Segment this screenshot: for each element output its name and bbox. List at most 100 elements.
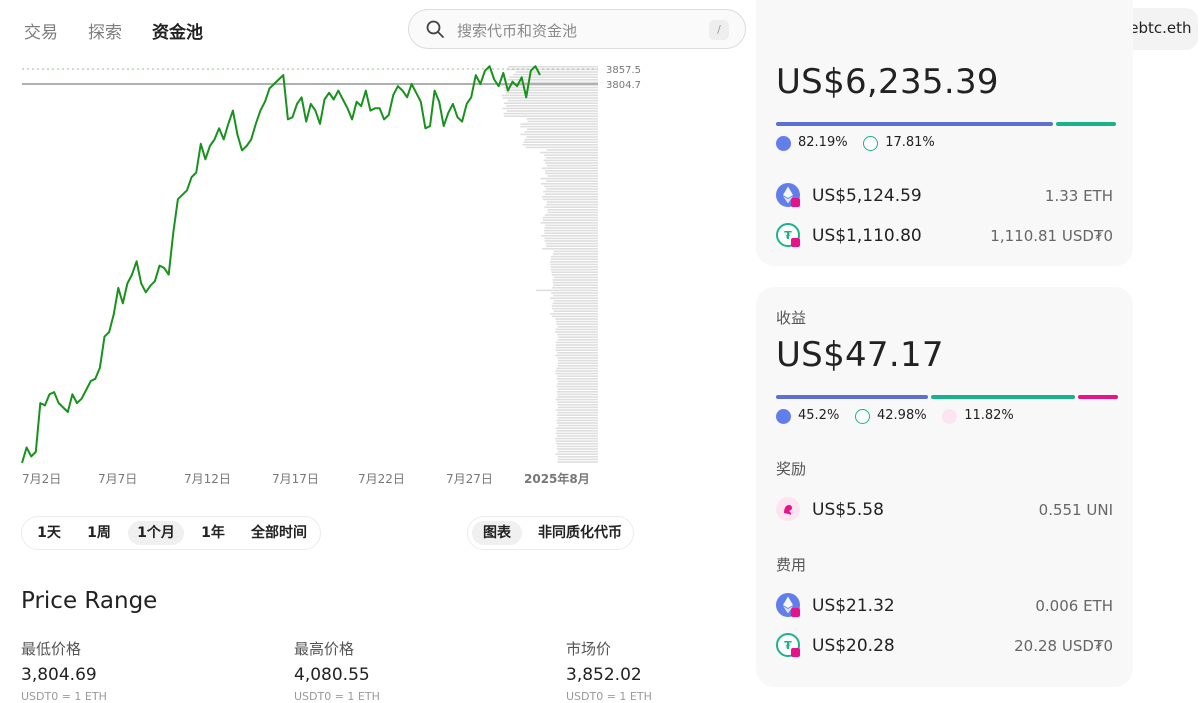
liquidity-depth-bar (520, 133, 598, 136)
share-bar-segment (776, 122, 1053, 126)
range-1y-button[interactable]: 1年 (192, 521, 234, 545)
liquidity-depth-bar (504, 115, 598, 117)
x-tick-label: 7月27日 (446, 472, 493, 486)
liquidity-depth-bar (555, 370, 598, 372)
liquidity-depth-bar (555, 427, 598, 429)
liquidity-depth-bar (556, 419, 598, 422)
liquidity-depth-bar (557, 450, 598, 453)
liquidity-depth-bar (542, 216, 598, 219)
token-usd-value: US$1,110.80 (812, 226, 922, 246)
liquidity-depth-bar (524, 138, 598, 141)
search-shortcut-key: / (709, 20, 729, 40)
liquidity-depth-bar (542, 219, 598, 221)
liquidity-depth-bar (544, 214, 598, 216)
liquidity-depth-bar (540, 183, 598, 185)
liquidity-depth-bar (543, 159, 598, 162)
liquidity-depth-bar (557, 357, 598, 359)
liquidity-depth-bar (551, 292, 598, 294)
liquidity-depth-bar (556, 391, 598, 393)
search-bar[interactable]: 搜索代币和资金池 / (408, 9, 746, 49)
liquidity-depth-bar (543, 190, 598, 193)
range-all-button[interactable]: 全部时间 (242, 521, 316, 545)
liquidity-depth-bar (557, 393, 598, 396)
view-selector: 图表 非同质化代币 (467, 516, 634, 550)
liquidity-depth-bar (504, 102, 598, 104)
liquidity-depth-bar (551, 271, 598, 273)
liquidity-depth-bar (555, 344, 598, 346)
liquidity-depth-bar (546, 245, 598, 247)
liquidity-depth-bar (525, 146, 598, 149)
liquidity-depth-bar (546, 188, 598, 190)
time-range-selector: 1天 1周 1个月 1年 全部时间 (21, 516, 321, 550)
nav-trade[interactable]: 交易 (24, 18, 58, 43)
liquidity-depth-bar (555, 354, 598, 357)
liquidity-depth-bar (545, 162, 598, 164)
range-1w-button[interactable]: 1周 (78, 521, 120, 545)
liquidity-depth-bar (502, 107, 598, 110)
liquidity-depth-bar (557, 458, 598, 461)
uni-icon (942, 409, 958, 424)
eth-icon (776, 593, 800, 617)
token-amount: 1.33 ETH (1044, 187, 1113, 205)
liquidity-depth-bar (551, 305, 598, 307)
liquidity-depth-bar (550, 266, 598, 268)
liquidity-depth-bar (556, 414, 598, 416)
view-nft-button[interactable]: 非同质化代币 (530, 521, 630, 545)
max-price: 最高价格 4,080.55 USDT0 = 1 ETH (294, 638, 380, 703)
liquidity-depth-bar (557, 333, 598, 336)
liquidity-depth-bar (507, 99, 598, 102)
fee-usd-value: US$21.32 (812, 596, 895, 616)
liquidity-depth-bar (527, 128, 598, 130)
market-price-unit: USDT0 = 1 ETH (566, 690, 652, 703)
search-placeholder: 搜索代币和资金池 (457, 22, 578, 40)
min-price-unit: USDT0 = 1 ETH (21, 690, 107, 703)
liquidity-depth-bar (553, 310, 598, 312)
view-chart-button[interactable]: 图表 (472, 521, 522, 545)
liquidity-depth-bar (552, 307, 598, 310)
liquidity-depth-bar (541, 235, 598, 237)
uni-icon (776, 497, 800, 521)
liquidity-depth-bar (505, 92, 598, 94)
nav-pools[interactable]: 资金池 (152, 18, 203, 43)
liquidity-depth-bar (557, 339, 598, 341)
x-tick-label: 7月7日 (98, 472, 137, 486)
min-price: 最低价格 3,804.69 USDT0 = 1 ETH (21, 638, 107, 703)
share-percent: 45.2% (798, 408, 840, 423)
liquidity-depth-bar (557, 388, 598, 390)
liquidity-depth-bar (554, 300, 598, 302)
liquidity-depth-bar (522, 144, 598, 146)
liquidity-depth-bar (503, 112, 598, 115)
liquidity-depth-bar (557, 362, 598, 364)
eth-icon (776, 136, 791, 151)
liquidity-depth-bar (547, 209, 598, 211)
price-chart-svg: 3857.5 3804.7 7月2日 7月7日 7月12日 7月17日 7月22日 7月27日… (21, 65, 641, 486)
range-1m-button[interactable]: 1个月 (128, 521, 184, 545)
liquidity-depth-bar (557, 401, 598, 403)
liquidity-depth-bar (556, 367, 598, 370)
liquidity-depth-bar (557, 417, 598, 419)
liquidity-depth-bar (557, 352, 598, 354)
liquidity-depth-bar (523, 141, 598, 143)
liquidity-depth-bar (541, 196, 598, 198)
share-bar-segment (930, 395, 1076, 399)
range-1d-button[interactable]: 1天 (28, 521, 70, 545)
liquidity-depth-bar (546, 157, 598, 159)
liquidity-card: US$6,235.39 82.19% 17.81% US$5,124.59 1.3… (756, 0, 1133, 266)
price-chart[interactable]: 3857.5 3804.7 7月2日 7月7日 7月12日 7月17日 7月22日 7月27日… (0, 58, 680, 498)
liquidity-depth-bar (506, 105, 598, 107)
earnings-label: 收益 (776, 309, 807, 327)
liquidity-depth-bar (542, 198, 598, 201)
nav-explore[interactable]: 探索 (88, 18, 122, 43)
liquidity-depth-bar (557, 336, 598, 338)
earnings-total: US$47.17 (776, 335, 944, 375)
liquidity-depth-bar (556, 385, 598, 388)
eth-icon (776, 409, 791, 424)
reward-usd-value: US$5.58 (812, 500, 884, 520)
price-series-line (21, 65, 541, 464)
liquidity-total: US$6,235.39 (776, 62, 999, 102)
liquidity-depth-bar (555, 372, 598, 375)
liquidity-depth-bar (557, 383, 598, 385)
search-icon (426, 20, 444, 38)
liquidity-depth-bar (546, 164, 598, 167)
liquidity-depth-bar (547, 175, 598, 177)
